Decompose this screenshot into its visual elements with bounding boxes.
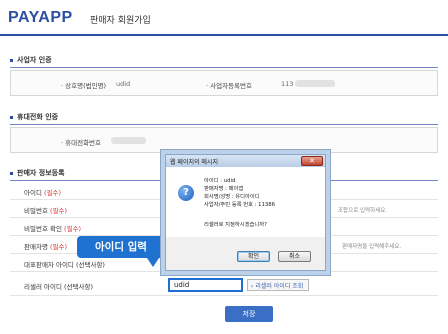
company-name-value: udid [116, 80, 131, 88]
blurred-business-number [295, 80, 335, 87]
id-input-callout: 아이디 입력 [77, 236, 165, 267]
row-label: 비밀번호 (필수) [24, 207, 68, 215]
row-label: 아이디 (필수) [24, 189, 62, 197]
section-divider [10, 67, 438, 68]
row-label: 대표판매자 아이디 (선택사항) [24, 261, 105, 269]
dialog-ok-button[interactable]: 확인 [237, 251, 270, 262]
business-number-label: 사업자등록번호 [206, 80, 252, 90]
save-button[interactable]: 저장 [225, 306, 273, 322]
phone-auth-box: 휴대전화번호 [10, 127, 438, 153]
business-auth-box: 상호명(법인명) udid 사업자등록번호 113 [10, 70, 438, 96]
dialog-question: 리셀러로 지정하시겠습니까? [204, 222, 267, 228]
dialog-line: 회사명/성명 : 유디아이디 [204, 194, 260, 200]
company-name-label: 상호명(법인명) [61, 80, 106, 90]
phone-number-label: 휴대전화번호 [61, 137, 101, 147]
section-divider [10, 124, 438, 125]
row-label: 판매자명 (필수) [24, 243, 68, 251]
question-icon: ? [178, 185, 194, 201]
dialog-line: 판매자명 : 페이앱 [204, 186, 244, 192]
row-label: 리셀러 아이디 (선택사항) [24, 283, 94, 291]
confirm-dialog: 웹 페이지의 메시지 ✕ ? 아이디 : udid 판매자명 : 페이앱 회사명… [165, 154, 326, 271]
reseller-id-input[interactable]: udid [168, 278, 243, 292]
reseller-id-inquiry-button[interactable]: › 리셀러 아이디 조회 [247, 279, 309, 291]
seller-name-hint: 판매자명을 입력해주세요. [342, 244, 402, 250]
row-label: 비밀번호 확인 (필수) [24, 225, 82, 233]
page-header: PAYAPP 판매자 회원가입 [0, 0, 448, 38]
page-title: 판매자 회원가입 [90, 16, 151, 26]
dialog-cancel-button[interactable]: 취소 [278, 251, 311, 262]
dialog-line: 사업자/주민 등록 번호 : 11386 [204, 202, 276, 208]
dialog-close-button[interactable]: ✕ [301, 156, 323, 166]
payapp-logo: PAYAPP [8, 9, 73, 26]
section-title-business-auth: 사업자 인증 [10, 55, 52, 65]
business-number-value: 113 [281, 80, 294, 88]
section-title-seller-info: 판매자 정보등록 [10, 168, 65, 178]
dialog-body: ? 아이디 : udid 판매자명 : 페이앱 회사명/성명 : 유디아이디 사… [166, 167, 325, 237]
blurred-phone-number [111, 137, 146, 144]
dialog-line: 아이디 : udid [204, 178, 236, 184]
header-divider [0, 34, 448, 36]
section-title-phone-auth: 휴대전화 인증 [10, 112, 58, 122]
password-hint: 조합으로 입력하세요. [338, 208, 388, 214]
